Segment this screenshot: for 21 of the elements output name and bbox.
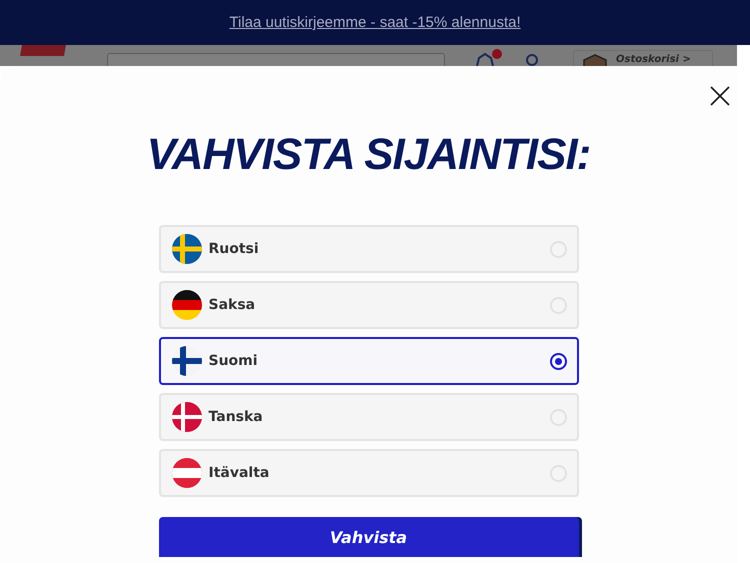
country-option[interactable]: Ruotsi xyxy=(158,225,578,273)
close-button[interactable] xyxy=(708,84,732,108)
confirm-button[interactable]: Vahvista xyxy=(158,517,578,557)
flag-icon xyxy=(172,346,202,376)
flag-icon xyxy=(172,290,202,320)
account-icon[interactable] xyxy=(525,54,539,66)
flag-icon xyxy=(172,402,202,432)
flag-icon xyxy=(172,234,202,264)
country-name: Saksa xyxy=(208,297,256,313)
country-option[interactable]: Itävalta xyxy=(158,449,578,497)
country-option[interactable]: Saksa xyxy=(158,281,578,329)
country-option[interactable]: Suomi xyxy=(158,337,578,385)
flag-icon xyxy=(172,458,202,488)
country-name: Suomi xyxy=(208,353,259,369)
country-option[interactable]: Tanska xyxy=(158,393,578,441)
newsletter-link[interactable]: Tilaa uutiskirjeemme - saat -15% alennusta! xyxy=(229,14,521,31)
country-name: Tanska xyxy=(208,409,264,425)
country-name: Ruotsi xyxy=(208,241,260,257)
country-name: Itävalta xyxy=(208,465,270,481)
dialog-title: VAHVISTA SIJAINTISI: xyxy=(146,130,590,180)
radio-button[interactable] xyxy=(550,352,566,370)
